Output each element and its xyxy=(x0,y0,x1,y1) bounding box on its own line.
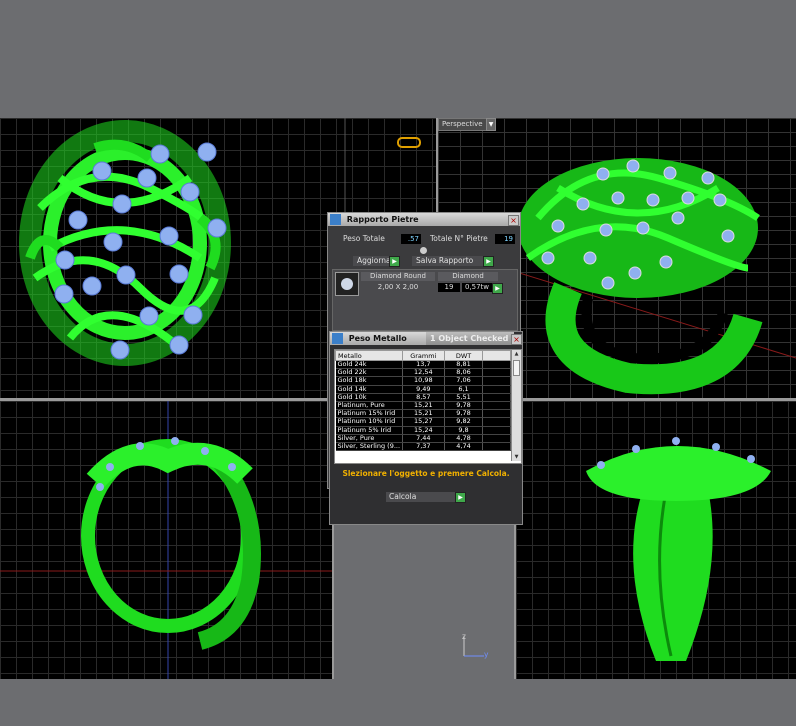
scroll-thumb[interactable] xyxy=(513,360,520,376)
table-scrollbar[interactable]: ▲ ▼ xyxy=(511,350,521,461)
camera-icon xyxy=(397,137,421,148)
metal-name: Platinum 10% Irid xyxy=(335,417,404,427)
viewport-front[interactable] xyxy=(0,401,332,679)
table-row[interactable]: Platinum 5% Irid 15,24 9,8 xyxy=(335,426,511,435)
table-filler xyxy=(482,409,511,419)
stone-list-area: Diamond Round Diamond 2,00 X 2,00 19 0,5… xyxy=(332,269,518,331)
stone-row[interactable]: Diamond Round Diamond 2,00 X 2,00 19 0,5… xyxy=(335,272,503,296)
table-filler xyxy=(482,442,511,452)
rapporto-pietre-title: Rapporto Pietre xyxy=(346,215,419,224)
collapse-toggle-icon[interactable] xyxy=(420,247,427,254)
metal-grams: 10,98 xyxy=(402,376,445,386)
metal-dwt: 7,06 xyxy=(444,376,484,386)
totale-pietre-value: 19 xyxy=(495,234,515,244)
metal-grams: 15,27 xyxy=(402,417,445,427)
table-header-row: Metallo Grammi DWT xyxy=(335,350,511,361)
metal-name: Platinum 5% Irid xyxy=(335,426,404,435)
table-row[interactable]: Platinum 10% Irid 15,27 9,82 xyxy=(335,417,511,427)
table-filler xyxy=(482,393,511,402)
metal-grams: 7,37 xyxy=(402,442,445,452)
status-text: Slezionare l'oggetto e premere Calcola. xyxy=(342,469,510,478)
stone-type: Diamond xyxy=(438,272,498,281)
scroll-up-icon[interactable]: ▲ xyxy=(512,350,521,358)
metal-dwt: 9,82 xyxy=(444,417,484,427)
metal-dwt: 9,8 xyxy=(444,426,484,435)
table-row[interactable]: Silver, Sterling (9... 7,37 4,74 xyxy=(335,442,511,452)
stone-count: 19 xyxy=(438,283,460,292)
metal-grams: 15,24 xyxy=(402,426,445,435)
totale-pietre-label: Totale N° Pietre xyxy=(430,234,488,243)
stone-go-icon[interactable]: ▶ xyxy=(492,283,503,294)
ring-side-view xyxy=(586,437,771,661)
viewport-mode-label[interactable]: Perspective xyxy=(438,118,487,131)
peso-totale-label: Peso Totale xyxy=(343,234,385,243)
peso-metallo-title: Peso Metallo xyxy=(348,334,407,343)
stone-shape: Diamond Round xyxy=(361,272,435,281)
axis-gizmo-icon xyxy=(463,636,484,657)
column-header-dwt[interactable]: DWT xyxy=(443,350,484,361)
column-header-empty xyxy=(482,350,511,361)
salva-rapporto-button[interactable]: Salva Rapporto xyxy=(412,256,492,266)
scroll-down-icon[interactable]: ▼ xyxy=(512,453,521,461)
peso-metallo-titlebar[interactable]: Peso Metallo xyxy=(330,332,426,345)
peso-metallo-icon xyxy=(332,333,343,344)
stone-size: 2,00 X 2,00 xyxy=(377,283,419,291)
metal-weight-table: Metallo Grammi DWT Gold 24k 13,7 8,81 Gold… xyxy=(334,349,522,464)
rapporto-pietre-icon xyxy=(330,214,341,225)
metal-dwt: 4,74 xyxy=(444,442,484,452)
column-header-grammi[interactable]: Grammi xyxy=(402,350,445,361)
salva-rapporto-label: Salva Rapporto xyxy=(416,256,474,265)
salva-rapporto-go-icon[interactable]: ▶ xyxy=(483,256,494,267)
table-filler xyxy=(482,401,511,411)
peso-totale-value: .57 xyxy=(401,234,421,244)
column-header-metallo[interactable]: Metallo xyxy=(335,350,404,361)
ring-front-view xyxy=(0,401,332,679)
stone-weight: 0,57tw xyxy=(462,283,492,292)
rapporto-pietre-titlebar[interactable]: Rapporto Pietre xyxy=(328,213,520,226)
viewport-side[interactable] xyxy=(516,401,796,679)
table-row[interactable]: Gold 18k 10,98 7,06 xyxy=(335,376,511,386)
calcola-button[interactable]: Calcola xyxy=(386,492,456,502)
table-filler xyxy=(482,434,511,443)
table-filler xyxy=(482,360,511,370)
calcola-label: Calcola xyxy=(389,492,417,501)
peso-metallo-close-icon[interactable]: × xyxy=(511,334,522,345)
bottom-bar xyxy=(0,679,796,726)
table-filler xyxy=(482,368,511,378)
aggiorna-label: Aggiorna xyxy=(357,256,391,265)
table-filler xyxy=(482,385,511,394)
table-filler xyxy=(482,376,511,386)
aggiorna-go-icon[interactable]: ▶ xyxy=(389,256,400,267)
diamond-round-icon xyxy=(335,272,359,296)
metal-name: Silver, Sterling (9... xyxy=(335,442,404,452)
viewport-mode-dropdown-icon[interactable]: ▼ xyxy=(486,118,496,131)
table-filler xyxy=(482,417,511,427)
metal-name: Gold 18k xyxy=(335,376,404,386)
peso-metallo-subtitle: 1 Object Checked xyxy=(426,332,514,345)
rapporto-pietre-close-icon[interactable]: × xyxy=(508,215,519,226)
calcola-go-icon[interactable]: ▶ xyxy=(455,492,466,503)
table-filler xyxy=(482,426,511,435)
